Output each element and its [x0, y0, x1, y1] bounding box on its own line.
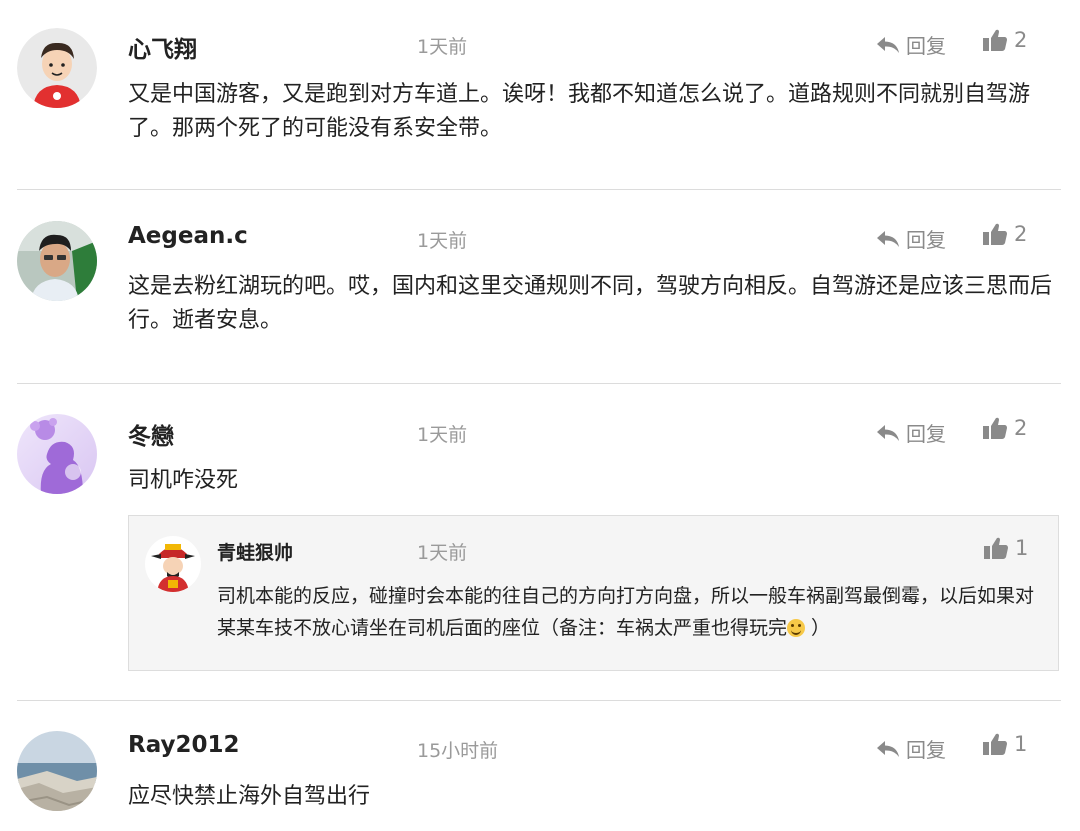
timestamp: 1天前 [417, 542, 468, 564]
reply-label: 回复 [906, 228, 946, 252]
like-button[interactable]: 2 [982, 222, 1027, 246]
comment-text: 司机咋没死 [128, 468, 239, 493]
username[interactable]: 青蛙狠帅 [217, 538, 293, 565]
comment-item: 心飞翔 1天前 回复 2 又是中国游客，又是跑到对方车道上。诶呀！我都不知道怎么… [0, 0, 1080, 190]
reply-label: 回复 [906, 34, 946, 58]
avatar-purple-illustration [17, 414, 97, 494]
reply-arrow-icon [877, 230, 899, 247]
timestamp: 15小时前 [417, 740, 499, 762]
avatar[interactable] [17, 414, 97, 494]
comment-item: Aegean.c 1天前 回复 2 这是去粉红湖玩的吧。哎，国内和这里交通规则不… [0, 190, 1080, 383]
like-count: 2 [1014, 416, 1028, 440]
comment-text: 这是去粉红湖玩的吧。哎，国内和这里交通规则不同，驾驶方向相反。自驾游还是应该三思… [128, 274, 1053, 333]
reply-text-main: 司机本能的反应，碰撞时会本能的往自己的方向打方向盘，所以一般车祸副驾最倒霉，以后… [217, 585, 1035, 639]
thumbs-up-icon [983, 733, 1007, 755]
like-count: 1 [1014, 732, 1028, 756]
avatar[interactable] [145, 536, 201, 592]
nested-reply: 青蛙狠帅 1天前 1 司机本能的反应，碰撞时会本能的往自己的方向打方向盘，所以一… [128, 515, 1059, 671]
reply-arrow-icon [877, 424, 899, 441]
reply-button[interactable]: 回复 [876, 224, 946, 253]
like-button[interactable]: 1 [982, 732, 1027, 756]
thumbs-up-icon [983, 223, 1007, 245]
like-count: 2 [1014, 222, 1028, 246]
comment-text: 应尽快禁止海外自驾出行 [128, 784, 371, 809]
username[interactable]: Aegean.c [128, 223, 248, 249]
reply-button[interactable]: 回复 [876, 30, 946, 59]
avatar-seaside-photo [17, 731, 97, 811]
timestamp: 1天前 [417, 230, 468, 252]
like-button[interactable]: 2 [982, 416, 1027, 440]
avatar-photo-man [17, 221, 97, 301]
thumbs-up-icon [984, 537, 1008, 559]
reply-button[interactable]: 回复 [876, 418, 946, 447]
username[interactable]: Ray2012 [128, 732, 240, 758]
grin-emoji-icon [787, 619, 806, 637]
reply-label: 回复 [906, 422, 946, 446]
reply-text-tail: ） [805, 617, 831, 639]
avatar[interactable] [17, 28, 97, 108]
username[interactable]: 冬戀 [128, 417, 174, 451]
like-count: 1 [1015, 536, 1029, 560]
reply-text: 司机本能的反应，碰撞时会本能的往自己的方向打方向盘，所以一般车祸副驾最倒霉，以后… [217, 580, 1049, 644]
comment-item: 冬戀 1天前 回复 2 司机咋没死 青蛙狠帅 1天前 1 司机本能的反应，碰撞时… [0, 384, 1080, 700]
thumbs-up-icon [983, 417, 1007, 439]
reply-button[interactable]: 回复 [876, 734, 946, 763]
avatar[interactable] [17, 731, 97, 811]
like-button[interactable]: 2 [982, 28, 1027, 52]
like-button[interactable]: 1 [983, 536, 1028, 560]
reply-arrow-icon [877, 36, 899, 53]
like-count: 2 [1014, 28, 1028, 52]
thumbs-up-icon [983, 29, 1007, 51]
avatar[interactable] [17, 221, 97, 301]
timestamp: 1天前 [417, 36, 468, 58]
timestamp: 1天前 [417, 424, 468, 446]
reply-label: 回复 [906, 738, 946, 762]
reply-arrow-icon [877, 740, 899, 757]
comment-item: Ray2012 15小时前 回复 1 应尽快禁止海外自驾出行 [0, 701, 1080, 831]
avatar-fortune-god [145, 536, 201, 592]
comment-text: 又是中国游客，又是跑到对方车道上。诶呀！我都不知道怎么说了。道路规则不同就别自驾… [128, 82, 1031, 141]
avatar-cartoon-boy [17, 28, 97, 108]
username[interactable]: 心飞翔 [128, 30, 197, 64]
